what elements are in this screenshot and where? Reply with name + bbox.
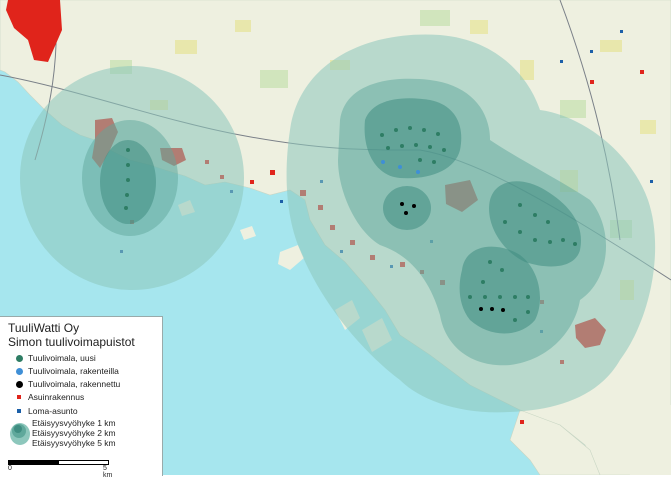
residential-icon: [17, 395, 21, 399]
scale-start-label: 0: [8, 465, 12, 472]
legend-zone-1km: Etäisyysvyöhyke 1 km: [32, 418, 116, 428]
turbine-new-icon: [15, 354, 23, 362]
legend-zone-2km: Etäisyysvyöhyke 2 km: [32, 428, 116, 438]
legend-item-turbine-new: Tuulivoimala, uusi: [10, 353, 96, 363]
distance-zones-icon: [10, 423, 30, 445]
turbine-construction-icon: [15, 367, 23, 375]
legend-label: Tuulivoimala, rakennettu: [28, 379, 121, 389]
legend-company: TuuliWatti Oy: [8, 321, 80, 335]
legend-project: Simon tuulivoimapuistot: [8, 335, 135, 349]
west-park-zones: [20, 66, 244, 290]
map-legend: TuuliWatti Oy Simon tuulivoimapuistot Tu…: [0, 316, 163, 479]
legend-label: Tuulivoimala, uusi: [28, 353, 96, 363]
legend-label: Asuinrakennus: [28, 392, 85, 402]
legend-label: Loma-asunto: [28, 406, 78, 416]
scale-end-label: 5 km: [103, 465, 113, 479]
holiday-home-icon: [17, 409, 21, 413]
legend-item-residential: Asuinrakennus: [10, 392, 84, 402]
legend-item-holiday-home: Loma-asunto: [10, 406, 78, 416]
turbine-built-icon: [15, 380, 23, 388]
legend-item-turbine-built: Tuulivoimala, rakennettu: [10, 379, 120, 389]
scale-bar: 0 5 km: [8, 456, 112, 479]
zone-1km-northeast: [364, 98, 462, 179]
legend-zone-5km: Etäisyysvyöhyke 5 km: [32, 438, 116, 448]
zone-1km-central: [383, 186, 431, 230]
legend-item-turbine-construction: Tuulivoimala, rakenteilla: [10, 366, 119, 376]
legend-label: Tuulivoimala, rakenteilla: [28, 366, 119, 376]
